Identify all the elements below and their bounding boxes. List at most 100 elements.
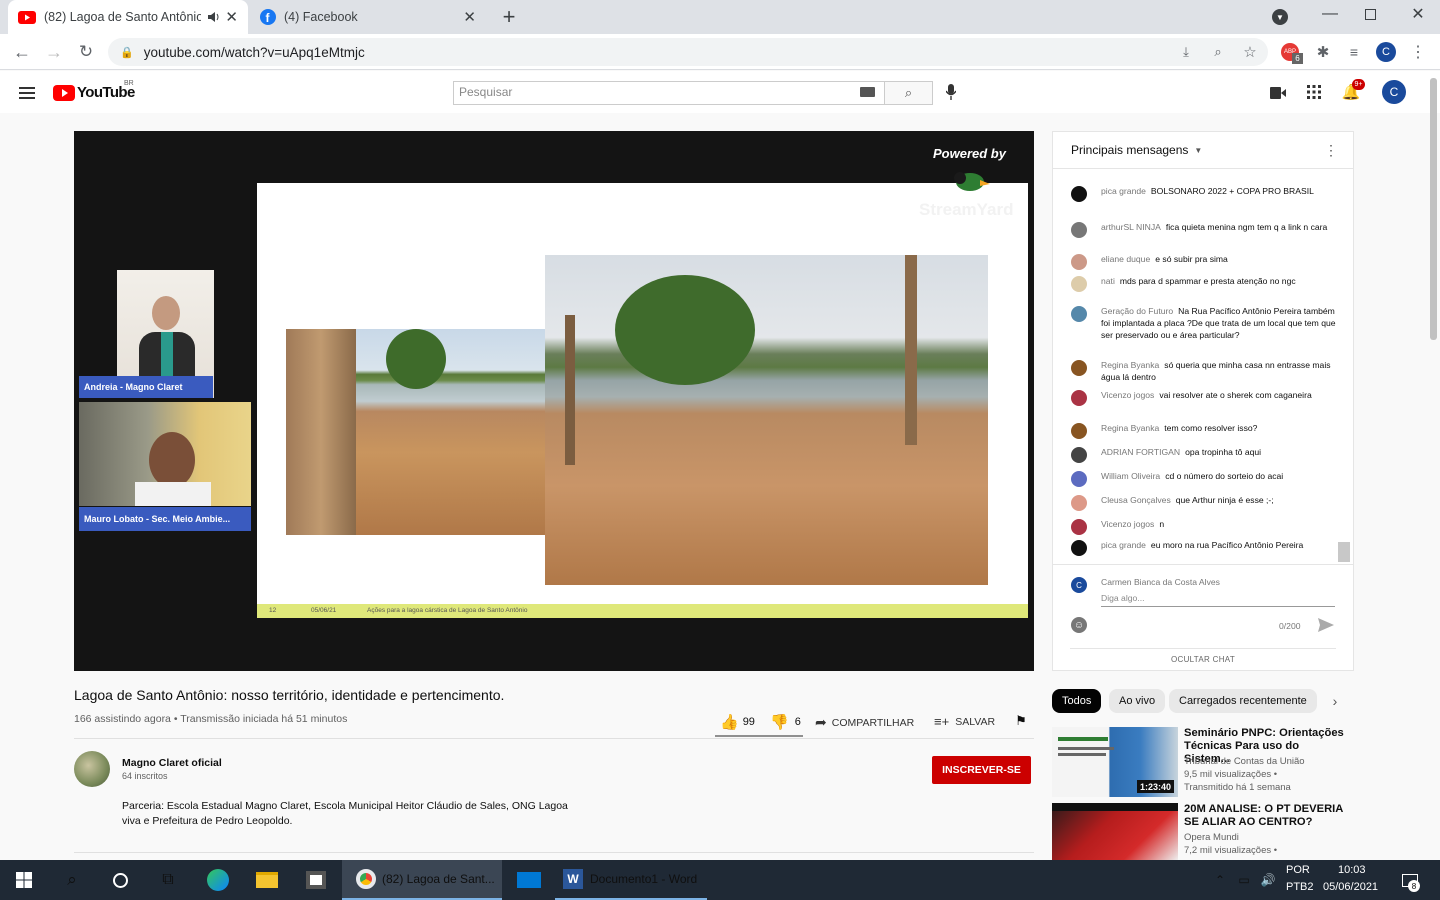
chat-avatar[interactable]	[1071, 471, 1087, 487]
page-scrollbar[interactable]	[1430, 78, 1437, 340]
start-button[interactable]	[0, 860, 48, 900]
chat-author[interactable]: Regina Byanka	[1101, 360, 1159, 370]
chip-all[interactable]: Todos	[1052, 689, 1102, 713]
install-icon[interactable]: ⤓	[1178, 44, 1194, 60]
mic-icon[interactable]	[943, 83, 959, 101]
taskbar-word[interactable]: W Documento1 - Word	[555, 860, 707, 900]
search-button[interactable]: ⌕	[885, 81, 933, 105]
cortana-icon[interactable]	[96, 860, 144, 900]
forward-icon[interactable]: →	[44, 42, 64, 62]
tab-search-icon[interactable]: ▼	[1272, 9, 1288, 25]
media-icon[interactable]: ≡	[1345, 43, 1363, 61]
chat-avatar[interactable]	[1071, 276, 1087, 292]
subscribe-button[interactable]: INSCREVER-SE	[932, 756, 1031, 784]
chat-message[interactable]: pica grande BOLSONARO 2022 + COPA PRO BRA…	[1071, 185, 1337, 202]
language-secondary[interactable]: PTB2	[1286, 881, 1314, 893]
chat-avatar[interactable]	[1071, 390, 1087, 406]
save-button[interactable]: ≡+ SALVAR	[934, 714, 995, 729]
flag-icon[interactable]: ⚑	[1014, 713, 1028, 728]
extensions-icon[interactable]: ✱	[1314, 43, 1332, 61]
chat-author[interactable]: Regina Byanka	[1101, 423, 1159, 433]
chat-avatar[interactable]	[1071, 540, 1087, 556]
chat-author[interactable]: Geração do Futuro	[1101, 306, 1173, 316]
close-tab-icon[interactable]: ✕	[225, 8, 238, 26]
chat-author[interactable]: eliane duque	[1101, 254, 1150, 264]
chip-live[interactable]: Ao vivo	[1109, 689, 1166, 713]
chat-avatar[interactable]	[1071, 447, 1087, 463]
chat-message[interactable]: eliane duque e só subir pra sima	[1071, 253, 1337, 270]
channel-name[interactable]: Magno Claret oficial	[122, 757, 222, 769]
tab-facebook[interactable]: f (4) Facebook ✕	[250, 0, 486, 34]
chat-scrollbar[interactable]	[1338, 542, 1350, 562]
taskbar-chrome[interactable]: (82) Lagoa de Sant...	[342, 860, 502, 900]
chat-author[interactable]: pica grande	[1101, 540, 1146, 550]
chat-author[interactable]: Cleusa Gonçalves	[1101, 495, 1171, 505]
minimize-icon[interactable]: —	[1320, 4, 1340, 24]
chat-avatar[interactable]	[1071, 360, 1087, 376]
chat-avatar[interactable]	[1071, 254, 1087, 270]
video-thumbnail[interactable]: 1:23:40	[1052, 727, 1178, 797]
speaker-icon[interactable]	[207, 11, 219, 23]
tab-youtube[interactable]: (82) Lagoa de Santo Antônio ✕	[8, 0, 248, 34]
chat-mode-dropdown[interactable]: Principais mensagens ▼	[1071, 143, 1202, 157]
chat-message[interactable]: ADRIAN FORTIGAN opa tropinha tô aqui	[1071, 446, 1337, 463]
chat-avatar[interactable]	[1071, 222, 1087, 238]
dislike-button[interactable]: 👎 6	[770, 713, 801, 731]
chip-recent[interactable]: Carregados recentemente	[1169, 689, 1317, 713]
chat-avatar[interactable]	[1071, 186, 1087, 202]
chat-author[interactable]: arthurSL NINJA	[1101, 222, 1161, 232]
clock-time[interactable]: 10:03	[1338, 864, 1366, 876]
task-view-icon[interactable]: ⧉	[144, 860, 192, 900]
chat-messages[interactable]: pica grande BOLSONARO 2022 + COPA PRO BRA…	[1053, 169, 1353, 564]
chat-message[interactable]: Regina Byanka só queria que minha casa nn…	[1071, 359, 1337, 383]
tray-chevron-icon[interactable]: ⌃	[1210, 860, 1230, 900]
chat-message[interactable]: arthurSL NINJA fica quieta menina ngm tem…	[1071, 221, 1337, 238]
chat-author[interactable]: William Oliveira	[1101, 471, 1160, 481]
share-button[interactable]: ➦ COMPARTILHAR	[815, 714, 914, 731]
chat-message[interactable]: Cleusa Gonçalves que Arthur ninja é esse …	[1071, 494, 1337, 511]
chat-avatar[interactable]	[1071, 423, 1087, 439]
chat-author[interactable]: pica grande	[1101, 186, 1146, 196]
volume-icon[interactable]: 🔊	[1258, 860, 1278, 900]
hide-chat-button[interactable]: OCULTAR CHAT	[1053, 655, 1353, 664]
account-avatar[interactable]: C	[1382, 80, 1406, 104]
star-icon[interactable]: ☆	[1241, 43, 1259, 61]
chat-avatar[interactable]	[1071, 306, 1087, 322]
profile-avatar[interactable]: C	[1376, 42, 1396, 62]
reload-icon[interactable]: ↻	[76, 42, 96, 62]
chat-message[interactable]: Geração do Futuro Na Rua Pacífico Antônio…	[1071, 305, 1337, 341]
mail-icon[interactable]	[505, 860, 553, 900]
emoji-icon[interactable]: ☺	[1071, 617, 1087, 633]
chat-menu-icon[interactable]: ⋮	[1324, 142, 1338, 158]
chat-avatar[interactable]	[1071, 495, 1087, 511]
search-taskbar-icon[interactable]: ⌕	[48, 860, 96, 900]
search-input[interactable]: Pesquisar	[453, 81, 885, 105]
chat-message[interactable]: William Oliveira cd o número do sorteio d…	[1071, 470, 1337, 487]
keyboard-icon[interactable]	[860, 87, 875, 97]
store-icon[interactable]	[292, 860, 340, 900]
chat-message[interactable]: Vicenzo jogos vai resolver ate o sherek c…	[1071, 389, 1337, 406]
hamburger-icon[interactable]	[19, 86, 35, 99]
chat-message[interactable]: nati mds para d spammar e presta atenção …	[1071, 275, 1337, 292]
menu-dots-icon[interactable]: ⋮	[1410, 42, 1426, 62]
recommendation-card[interactable]: 1:23:40 Seminário PNPC: Orientações Técn…	[1052, 727, 1352, 799]
close-tab-icon[interactable]: ✕	[463, 8, 476, 26]
channel-avatar[interactable]	[74, 751, 110, 787]
chat-message[interactable]: pica grande eu moro na rua Pacífico Antôn…	[1071, 539, 1337, 556]
zoom-icon[interactable]: ⌕	[1210, 44, 1226, 60]
edge-icon[interactable]	[194, 860, 242, 900]
new-tab-button[interactable]: +	[498, 4, 520, 29]
back-icon[interactable]: ←	[12, 42, 32, 62]
clock-date[interactable]: 05/06/2021	[1323, 881, 1378, 893]
chat-avatar[interactable]	[1071, 519, 1087, 535]
restore-icon[interactable]	[1365, 9, 1376, 20]
like-button[interactable]: 👍 99	[720, 713, 755, 731]
chat-author[interactable]: nati	[1101, 276, 1115, 286]
send-icon[interactable]	[1318, 618, 1334, 632]
youtube-logo[interactable]: YouTube	[53, 84, 135, 101]
create-video-icon[interactable]	[1270, 86, 1286, 99]
language-primary[interactable]: POR	[1286, 864, 1310, 876]
chat-message[interactable]: Vicenzo jogos n	[1071, 518, 1337, 535]
chat-author[interactable]: ADRIAN FORTIGAN	[1101, 447, 1180, 457]
close-window-icon[interactable]: ✕	[1408, 4, 1428, 24]
